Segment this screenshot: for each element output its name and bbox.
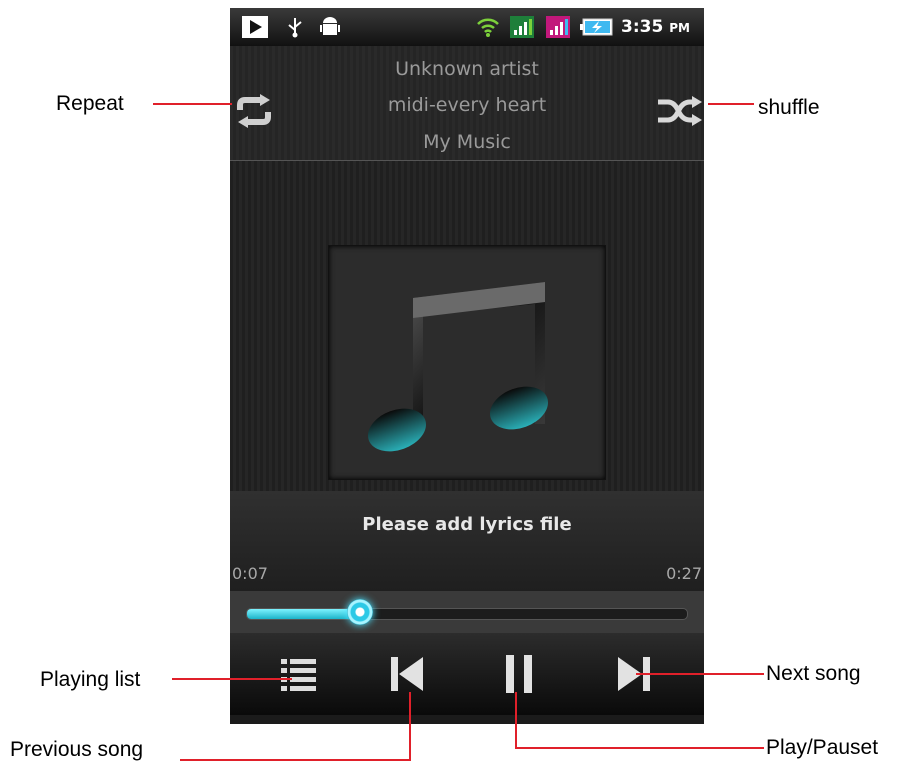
callout-next-song: Next song (766, 662, 861, 685)
seek-progress-fill (247, 609, 362, 619)
total-time: 0:27 (666, 564, 702, 583)
signal-roaming-icon (546, 16, 570, 38)
battery-icon (580, 18, 613, 36)
usb-icon (288, 18, 302, 38)
callout-play-pause: Play/Pauset (766, 736, 879, 759)
status-time: 3:35 PM (621, 17, 690, 37)
music-note-icon (367, 282, 549, 452)
callout-repeat: Repeat (56, 92, 124, 115)
song-title: midi-every heart (387, 94, 547, 116)
album-name: My Music (423, 131, 511, 153)
elapsed-time: 0:07 (232, 564, 268, 583)
android-debug-icon (320, 17, 340, 35)
seek-track[interactable] (246, 608, 688, 620)
track-info-header: Unknown artist midi-every heart My Music (230, 46, 704, 161)
wifi-icon (477, 18, 499, 37)
callout-playing-list: Playing list (40, 668, 141, 691)
time-value: 3:35 (621, 17, 664, 37)
seek-bar[interactable] (230, 591, 704, 633)
status-bar: 3:35 PM (230, 8, 704, 46)
callout-previous-song: Previous song (10, 738, 144, 761)
playing-list-icon[interactable] (273, 649, 323, 699)
pause-icon[interactable] (494, 649, 544, 699)
time-ampm: PM (669, 21, 690, 35)
callout-shuffle: shuffle (758, 96, 820, 119)
signal-icon (510, 16, 534, 38)
playback-controls (230, 633, 704, 715)
lyrics-panel: Please add lyrics file 0:07 0:27 (230, 491, 704, 591)
next-icon[interactable] (610, 649, 660, 699)
artist-name: Unknown artist (395, 58, 539, 80)
repeat-icon[interactable] (234, 94, 274, 128)
lyrics-message: Please add lyrics file (362, 514, 572, 535)
shuffle-icon[interactable] (658, 96, 702, 128)
album-art (328, 245, 606, 480)
seek-thumb[interactable] (347, 599, 374, 625)
play-store-icon (242, 16, 268, 38)
music-player-screen: 3:35 PM Unknown artist midi-every heart … (230, 8, 704, 724)
album-art-area (230, 161, 704, 491)
previous-icon[interactable] (381, 649, 431, 699)
